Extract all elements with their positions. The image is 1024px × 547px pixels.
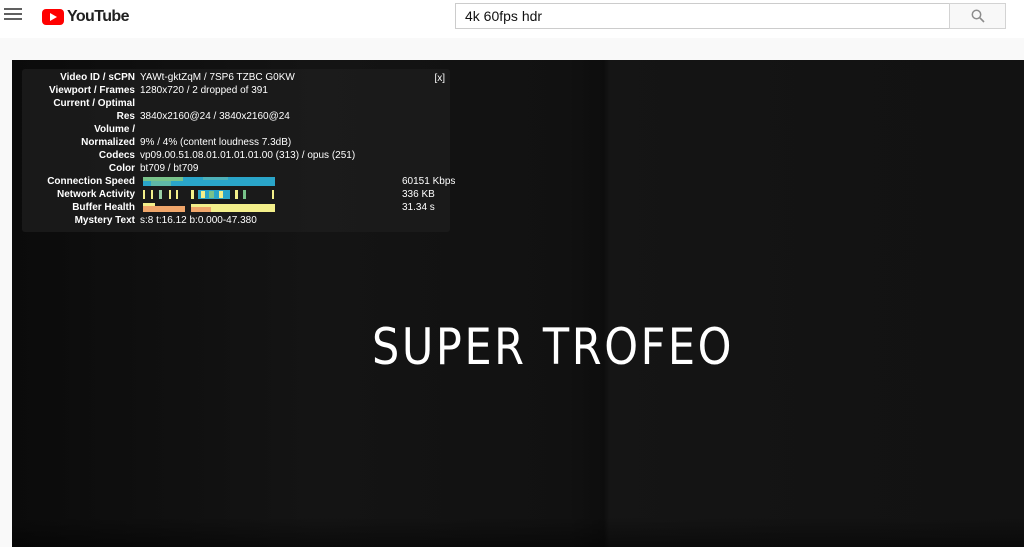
connection-speed-graph [143,177,275,186]
stat-label: Normalized [81,137,135,148]
stat-label: Color [108,163,135,174]
stat-row-buffer-health: Buffer Health 31.34 s [22,201,450,214]
search-input[interactable] [455,3,950,29]
stat-value: YAWt-gktZqM / 7SP6 TZBC G0KW [140,72,295,83]
stat-value: 3840x2160@24 / 3840x2160@24 [140,111,290,122]
logo-text: YouTube [67,8,129,25]
stat-value: 31.34 s [402,202,435,213]
stat-value: vp09.00.51.08.01.01.01.01.00 (313) / opu… [140,150,356,161]
menu-icon[interactable] [4,8,22,22]
video-frame-text: SUPER TROFEO [372,318,735,376]
stat-label: Res [116,111,135,122]
stat-label: Connection Speed [47,176,135,187]
stat-value: 60151 Kbps [402,176,456,187]
stat-value: bt709 / bt709 [140,163,199,174]
masthead: YouTube [0,0,1024,38]
stat-row-network-activity: Network Activity 336 KB [22,188,450,201]
buffer-health-graph [143,203,275,212]
stat-label: Current / Optimal [53,98,135,109]
search-button[interactable] [949,3,1006,29]
video-player[interactable]: SUPER TROFEO [x] Video ID / sCPN YAWt-gk… [12,60,1024,547]
stat-label: Codecs [98,150,135,161]
stat-value: 1280x720 / 2 dropped of 391 [140,85,268,96]
stat-label: Video ID / sCPN [60,72,135,83]
stat-row-connection-speed: Connection Speed 60151 Kbps [22,175,455,188]
stats-for-nerds-panel: [x] Video ID / sCPN YAWt-gktZqM / 7SP6 T… [22,69,455,232]
youtube-logo-icon [42,9,64,25]
stat-value: s:8 t:16.12 b:0.000-47.380 [140,215,257,226]
stat-label: Viewport / Frames [49,85,135,96]
youtube-logo[interactable]: YouTube [42,7,129,27]
stat-label: Network Activity [57,189,135,200]
network-activity-graph [143,190,274,199]
stats-close-button[interactable]: [x] [434,73,445,84]
stat-label: Volume / [94,124,135,135]
stat-value: 9% / 4% (content loudness 7.3dB) [140,137,292,148]
stat-value: 336 KB [402,189,435,200]
stat-label: Mystery Text [74,215,135,226]
stat-label: Buffer Health [72,202,135,213]
search-icon [971,9,985,23]
player-bottom-shade [12,517,1024,547]
